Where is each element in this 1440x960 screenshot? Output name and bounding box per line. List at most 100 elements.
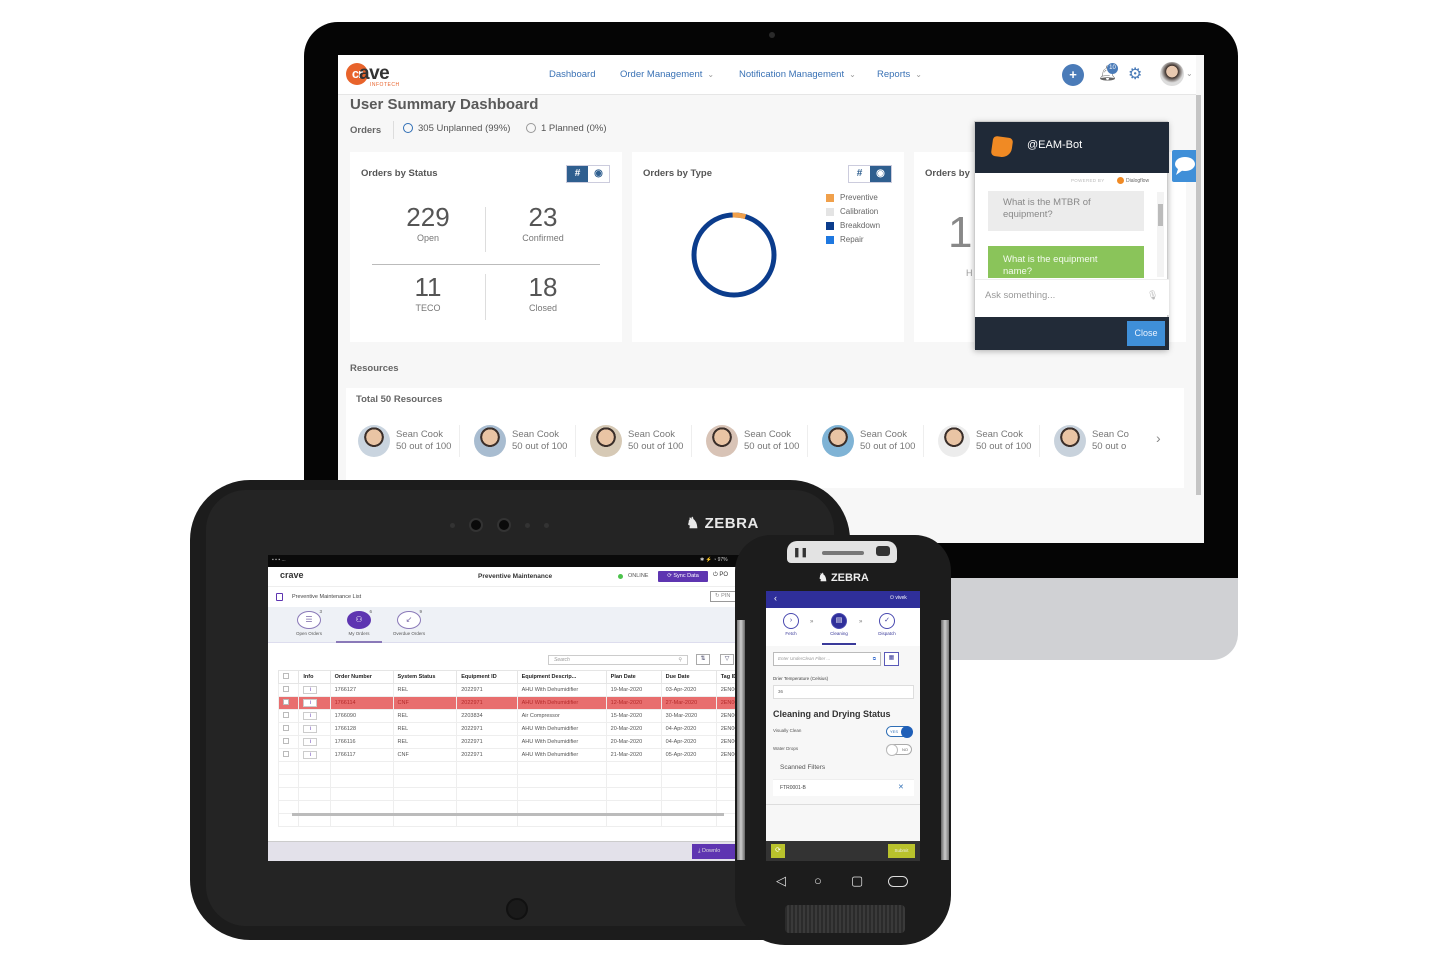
scan-button[interactable]: ▦ [884, 652, 899, 666]
checkbox[interactable] [283, 673, 289, 679]
step-fetch[interactable]: › Fetch [776, 613, 806, 636]
nav-notification-management[interactable]: Notification Management ⌄ [739, 69, 856, 80]
refresh-button[interactable]: ⟳ [771, 844, 785, 858]
search-input[interactable]: Search ⚲ [548, 655, 688, 665]
empty-cell [392, 800, 458, 814]
chat-launcher-button[interactable] [1172, 150, 1198, 182]
table-row[interactable]: i 1766128 REL 2022971 AHU With Dehumidifier 2… [277, 722, 756, 736]
settings-button[interactable]: ⚙ [1128, 64, 1142, 84]
visually-clean-toggle[interactable]: YES [886, 726, 913, 738]
info-button[interactable]: i [303, 751, 318, 759]
tab-open-orders[interactable]: ☰ 3 Open Orders [284, 609, 334, 636]
column-header[interactable]: Info [298, 670, 331, 684]
column-header[interactable]: Equipment Descrip... [516, 670, 607, 684]
chevron-right-icon[interactable]: › [1156, 430, 1161, 446]
column-header[interactable]: System Status [392, 670, 458, 684]
resource-item[interactable]: Sean Cook 50 out of 100 [822, 423, 938, 459]
temperature-input[interactable]: 36 [773, 685, 914, 699]
filter-button[interactable]: ▽ [720, 654, 734, 665]
radio-unplanned[interactable]: 305 Unplanned (99%) [403, 123, 510, 134]
column-header[interactable]: Equipment ID [456, 670, 518, 684]
home-button[interactable] [506, 898, 528, 920]
checkbox[interactable] [283, 725, 289, 731]
android-recents-icon[interactable]: ▢ [851, 873, 863, 889]
number-view-button[interactable]: # [567, 166, 588, 182]
nav-dashboard[interactable]: Dashboard [549, 69, 595, 80]
stat-teco[interactable]: 11 TECO [388, 272, 468, 313]
checkbox[interactable] [283, 712, 289, 718]
scan-button-icon[interactable] [888, 876, 908, 887]
table-row[interactable]: i 1766127 REL 2022971 AHU With Dehumidifier 1… [277, 683, 756, 697]
user-logout[interactable]: ⏻ vivek [890, 595, 907, 601]
column-header[interactable]: Due Date [660, 670, 717, 684]
checkbox[interactable] [283, 686, 289, 692]
table-horizontal-scrollbar[interactable] [292, 813, 724, 816]
cell-equip-id: 2203834 [456, 709, 518, 723]
device-power-button[interactable] [876, 546, 890, 556]
info-button[interactable]: i [303, 699, 318, 707]
page-scrollbar[interactable] [1196, 95, 1201, 495]
resource-item[interactable]: Sean Cook 50 out of 100 [706, 423, 822, 459]
info-button[interactable]: i [303, 686, 318, 694]
info-button[interactable]: i [303, 712, 318, 720]
legend-item-preventive: Preventive [826, 193, 880, 202]
microphone-icon[interactable]: 🎙︎ [1147, 290, 1158, 301]
chevron-down-icon[interactable]: ⌄ [1186, 69, 1193, 78]
resource-item[interactable]: Sean Cook 50 out of 100 [590, 423, 706, 459]
chart-view-button[interactable]: ◉ [870, 166, 891, 182]
table-row[interactable]: i 1766117 CNF 2022971 AHU With Dehumidifier 2… [277, 748, 756, 762]
android-home-icon[interactable]: ○ [814, 873, 822, 888]
sort-button[interactable]: ⇅ [696, 654, 710, 665]
checkbox[interactable] [283, 699, 289, 705]
info-button[interactable]: i [303, 738, 318, 746]
add-button[interactable]: + [1062, 64, 1084, 86]
check-label: Water Drops [773, 746, 799, 751]
nav-order-management[interactable]: Order Management ⌄ [620, 69, 714, 80]
chart-view-button[interactable]: ◉ [588, 166, 609, 182]
tab-overdue-orders[interactable]: ↙ 9 Overdue Orders [384, 609, 434, 636]
resource-item[interactable]: Sean Cook 50 out of 100 [358, 423, 474, 459]
legend-swatch [826, 193, 834, 202]
close-button[interactable]: Close [1127, 321, 1165, 346]
resource-item[interactable]: Sean Cook 50 out of 100 [474, 423, 590, 459]
user-avatar[interactable] [1160, 62, 1184, 86]
orders-filter-label: Orders [350, 125, 382, 136]
tab-count: 6 [369, 609, 372, 614]
underclean-filter-input[interactable]: Enter UnderClean Filter ... ⧉ [773, 652, 881, 666]
android-back-icon[interactable]: ◁ [776, 873, 786, 889]
stat-confirmed[interactable]: 23 Confirmed [503, 202, 583, 243]
radio-planned[interactable]: 1 Planned (0%) [526, 123, 606, 134]
resource-item[interactable]: Sean Cook 50 out of 100 [938, 423, 1054, 459]
power-button[interactable]: ⏻ PO [713, 572, 728, 579]
table-row[interactable]: i 1766116 REL 2022971 AHU With Dehumidifier 2… [277, 735, 756, 749]
tab-my-orders[interactable]: ⚇ 6 My Orders [334, 609, 384, 636]
remove-icon[interactable]: ✕ [898, 783, 904, 791]
info-cell: i [298, 709, 331, 723]
table-header-row: Info Order Number System Status Equipmen… [277, 670, 756, 684]
select-all-header[interactable] [277, 670, 300, 684]
nav-reports[interactable]: Reports ⌄ [877, 69, 922, 80]
submit-button[interactable]: Submit [888, 844, 915, 858]
info-button[interactable]: i [303, 725, 318, 733]
chat-input[interactable]: Ask something... [985, 290, 1055, 301]
crave-logo[interactable]: cr ave INFOTECH [346, 63, 399, 88]
table-row[interactable]: i 1766114 CNF 2022971 AHU With Dehumidifier 1… [277, 696, 756, 710]
number-view-button[interactable]: # [849, 166, 870, 182]
donut-breakdown-segment[interactable] [691, 212, 777, 298]
fetch-icon: › [783, 613, 799, 629]
step-cleaning[interactable]: ▤ Cleaning [824, 613, 854, 636]
sync-data-button[interactable]: ⟳ Sync Data [658, 571, 708, 582]
stat-open[interactable]: 229 Open [388, 202, 468, 243]
checkbox[interactable] [283, 751, 289, 757]
step-dispatch[interactable]: ✓ Dispatch [872, 613, 902, 636]
empty-cell [392, 761, 458, 775]
checkbox[interactable] [283, 738, 289, 744]
back-arrow-icon[interactable]: ‹ [774, 593, 777, 603]
table-row[interactable]: i 1766090 REL 2203834 Air Compressor 15-Mar-2… [277, 709, 756, 723]
column-header[interactable]: Order Number [329, 670, 394, 684]
chat-scrollbar-thumb[interactable] [1158, 204, 1163, 226]
water-drops-toggle[interactable]: NO [886, 744, 912, 756]
column-header[interactable]: Plan Date [605, 670, 662, 684]
resource-item[interactable]: Sean Co 50 out o [1054, 423, 1170, 459]
stat-closed[interactable]: 18 Closed [503, 272, 583, 313]
